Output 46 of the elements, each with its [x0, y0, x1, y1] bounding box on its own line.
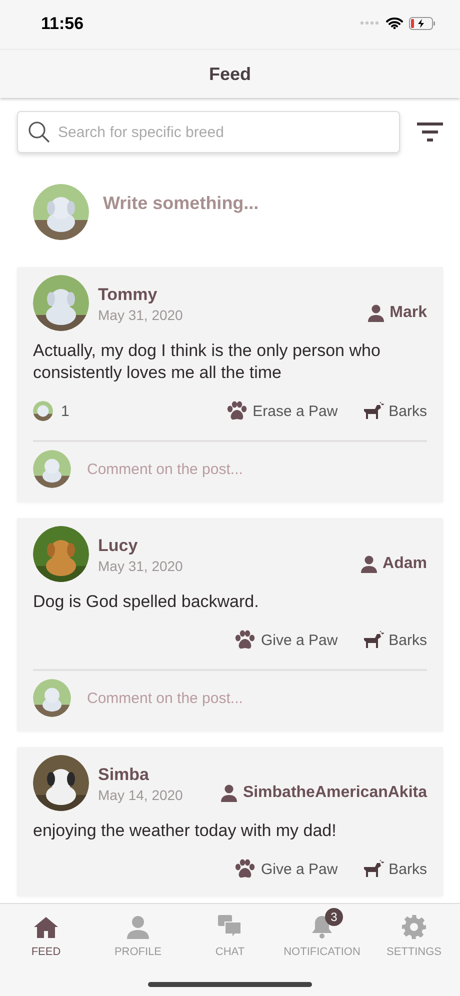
tab-item[interactable]: 3 NOTIFICATION — [278, 906, 366, 958]
wifi-icon — [386, 17, 403, 29]
notification-badge: 3 — [325, 908, 343, 926]
paw-icon — [234, 630, 256, 650]
home-icon — [33, 916, 59, 938]
person-icon — [220, 784, 238, 802]
tab-item[interactable]: FEED — [2, 906, 90, 958]
barks-button[interactable]: Barks — [362, 631, 427, 649]
comment-field[interactable]: Comment on the post... — [85, 688, 427, 708]
dog-icon — [362, 402, 384, 420]
dog-icon — [362, 631, 384, 649]
owner-name[interactable]: Adam — [382, 555, 427, 573]
post-text: Dog is God spelled backward. — [33, 591, 260, 613]
post-date: May 31, 2020 — [98, 558, 183, 574]
paw-button[interactable]: Give a Paw — [234, 859, 338, 879]
person-icon — [126, 915, 150, 939]
post-text: enjoying the weather today with my dad! — [33, 820, 338, 842]
post-date: May 31, 2020 — [98, 307, 183, 323]
search-field[interactable]: Search for specific breed — [17, 111, 400, 153]
paw-button[interactable]: Erase a Paw — [226, 401, 338, 421]
search-icon — [27, 120, 51, 144]
paw-count: 1 — [61, 402, 70, 420]
paw-icon — [234, 859, 256, 879]
comment-field[interactable]: Comment on the post... — [85, 460, 427, 478]
author-name[interactable]: Simba — [98, 765, 183, 785]
post-date: May 14, 2020 — [98, 787, 183, 803]
author-name[interactable]: Tommy — [98, 285, 183, 305]
dog-icon — [362, 860, 384, 878]
bell-icon — [311, 915, 333, 939]
post-text: Actually, my dog I think is the only person who consistently loves me all the time — [33, 340, 382, 384]
owner-name[interactable]: SimbatheAmericanAkita — [242, 784, 427, 802]
status-time: 11:56 — [41, 14, 84, 34]
battery-icon — [409, 16, 436, 30]
owner-name[interactable]: Mark — [390, 304, 427, 322]
barks-button[interactable]: Barks — [362, 402, 427, 420]
person-icon — [360, 555, 378, 573]
paw-icon — [226, 401, 248, 421]
author-name[interactable]: Lucy — [98, 536, 183, 556]
paw-button[interactable]: Give a Paw — [234, 630, 338, 650]
settings-icon — [402, 915, 426, 939]
screen-title: Feed — [208, 64, 251, 84]
person-icon — [366, 304, 385, 322]
signal-icon — [360, 21, 380, 25]
chat-icon — [218, 915, 242, 939]
filter-icon[interactable] — [416, 122, 444, 142]
barks-button[interactable]: Barks — [362, 860, 427, 878]
